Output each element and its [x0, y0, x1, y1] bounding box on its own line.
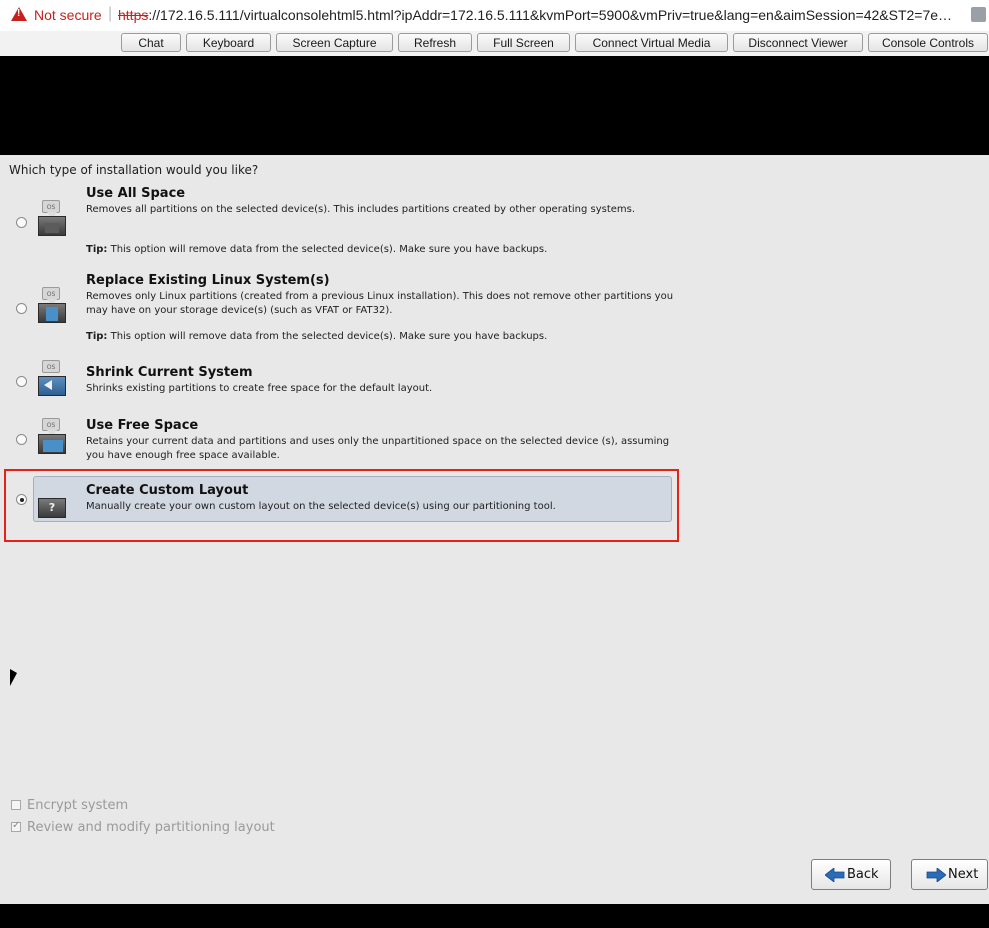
warning-icon[interactable]: [11, 7, 27, 21]
selection-highlight-box: [4, 469, 679, 542]
mouse-cursor-icon: [10, 669, 17, 686]
address-bar[interactable]: Not secure | https://172.16.5.111/virtua…: [0, 0, 989, 32]
shrink-system-title[interactable]: Shrink Current System: [86, 365, 253, 380]
next-button[interactable]: Next: [911, 859, 988, 890]
console-controls-button[interactable]: Console Controls: [868, 33, 988, 52]
shrink-system-radio[interactable]: [16, 376, 27, 387]
use-all-space-title[interactable]: Use All Space: [86, 186, 185, 201]
drive-icon: OS: [36, 200, 68, 238]
url-scheme: https: [118, 7, 149, 23]
connect-virtual-media-button[interactable]: Connect Virtual Media: [575, 33, 728, 52]
use-all-space-radio[interactable]: [16, 217, 27, 228]
back-button[interactable]: Back: [811, 859, 891, 890]
use-free-space-desc: Retains your current data and partitions…: [86, 436, 670, 461]
drive-linux-icon: OS: [36, 287, 68, 325]
shrink-system-desc: Shrinks existing partitions to create fr…: [86, 383, 433, 394]
replace-linux-desc: Removes only Linux partitions (created f…: [86, 291, 674, 316]
installation-question: Which type of installation would you lik…: [9, 163, 259, 177]
review-layout-checkbox[interactable]: Review and modify partitioning layout: [11, 820, 275, 835]
replace-linux-title[interactable]: Replace Existing Linux System(s): [86, 273, 330, 288]
review-layout-label: Review and modify partitioning layout: [27, 820, 275, 835]
screen-capture-button[interactable]: Screen Capture: [276, 33, 393, 52]
tip-text: This option will remove data from the se…: [107, 331, 548, 342]
use-free-space-radio[interactable]: [16, 434, 27, 445]
console-black-top: [0, 56, 989, 155]
checkbox-icon: [11, 800, 21, 810]
tip-label: Tip:: [86, 244, 108, 255]
next-arrow-icon: [926, 868, 946, 882]
installer-panel: Which type of installation would you lik…: [0, 155, 989, 904]
full-screen-button[interactable]: Full Screen: [477, 33, 570, 52]
refresh-button[interactable]: Refresh: [398, 33, 472, 52]
disconnect-viewer-button[interactable]: Disconnect Viewer: [733, 33, 863, 52]
console-toolbar: Chat Keyboard Screen Capture Refresh Ful…: [0, 31, 989, 56]
encrypt-system-checkbox[interactable]: Encrypt system: [11, 798, 128, 813]
checkbox-checked-icon: [11, 820, 21, 832]
translate-icon[interactable]: [971, 7, 986, 22]
drive-free-space-icon: OS: [36, 418, 68, 456]
use-all-space-tip: Tip: This option will remove data from t…: [86, 244, 547, 255]
tip-label: Tip:: [86, 331, 108, 342]
replace-linux-tip: Tip: This option will remove data from t…: [86, 331, 547, 342]
back-arrow-icon: [825, 868, 845, 882]
tip-text: This option will remove data from the se…: [107, 244, 548, 255]
not-secure-label[interactable]: Not secure: [34, 7, 102, 23]
url-text[interactable]: https://172.16.5.111/virtualconsolehtml5…: [118, 7, 958, 23]
next-label: Next: [948, 867, 979, 882]
chat-button[interactable]: Chat: [121, 33, 181, 52]
drive-shrink-icon: OS: [36, 360, 68, 398]
keyboard-button[interactable]: Keyboard: [186, 33, 271, 52]
console-black-bottom: [0, 904, 989, 928]
use-all-space-desc: Removes all partitions on the selected d…: [86, 204, 636, 215]
back-label: Back: [847, 867, 879, 882]
address-divider: |: [108, 5, 113, 22]
replace-linux-radio[interactable]: [16, 303, 27, 314]
use-free-space-title[interactable]: Use Free Space: [86, 418, 198, 433]
encrypt-system-label: Encrypt system: [27, 798, 129, 813]
url-rest: ://172.16.5.111/virtualconsolehtml5.html…: [148, 7, 953, 23]
